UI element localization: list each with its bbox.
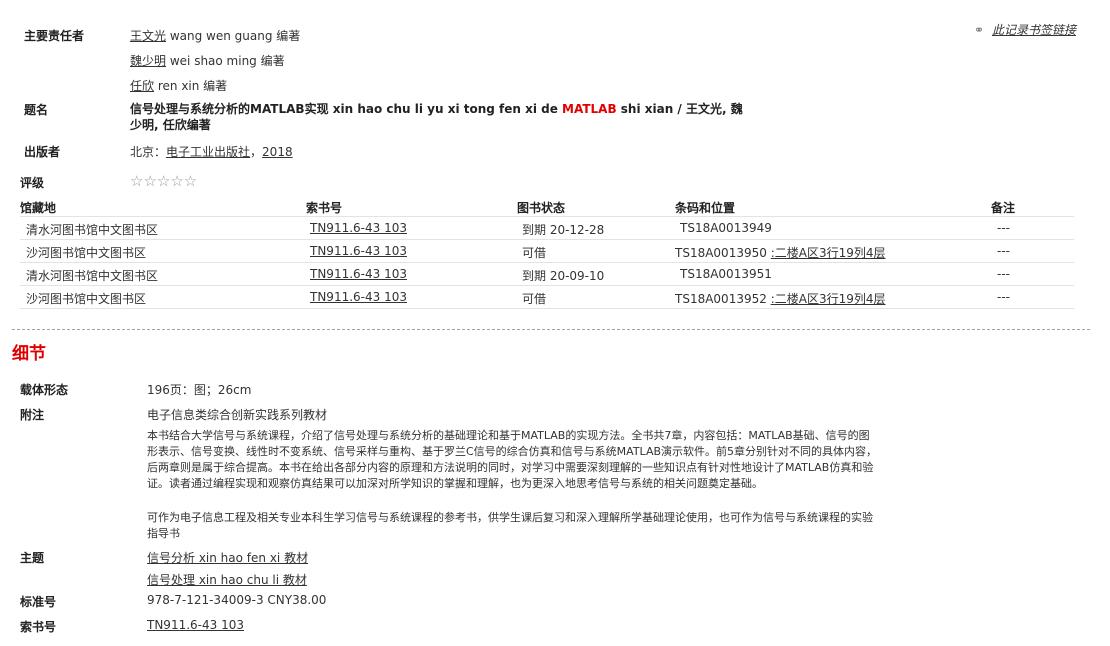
format-label: 载体形态 [20,383,69,397]
note-summary: 本书结合大学信号与系统课程，介绍了信号处理与系统分析的基础理论和基于MATLAB… [147,429,878,490]
author-detail-2: wei shao ming 编著 [169,54,285,68]
holdings-header-location: 馆藏地 [20,201,57,215]
holding-callno[interactable]: TN911.6-43 103 [310,267,407,281]
details-title: 细节 [12,344,46,364]
note-audience: 可作为电子信息工程及相关专业本科生学习信号与系统课程的参考书，供学生课后复习和深… [147,511,873,540]
title-text-1: 信号处理与系统分析的MATLAB实现 xin hao chu li yu xi … [130,102,563,116]
holding-note: --- [997,290,1010,304]
holding-location: 清水河图书馆中文图书区 [26,223,159,237]
holding-location: 沙河图书馆中文图书区 [26,246,147,260]
rating-label: 评级 [20,176,45,190]
author-detail-1: wang wen guang 编著 [169,29,301,43]
callno-label: 索书号 [20,620,57,634]
publisher-link[interactable]: 电子工业出版社 [166,145,250,159]
notes-label: 附注 [20,408,45,422]
holding-status: 到期 20-12-28 [522,223,605,237]
holding-location: 清水河图书馆中文图书区 [26,269,159,283]
author-label: 主要责任者 [24,29,85,43]
table-row: 沙河图书馆中文图书区 TN911.6-43 103 可借 TS18A001395… [20,286,1074,309]
note-series: 电子信息类综合创新实践系列教材 [147,408,328,422]
publisher-value: 北京：电子工业出版社，2018 [130,143,293,160]
holding-note: --- [997,267,1010,281]
holding-shelf-link[interactable]: :二楼A区3行19列4层 [771,246,886,260]
author-detail-3: ren xin 编著 [157,79,228,93]
holding-barcode: TS18A0013950 :二楼A区3行19列4层 [675,244,886,261]
holding-status: 到期 20-09-10 [522,269,605,283]
callno-link[interactable]: TN911.6-43 103 [147,618,244,632]
rating-stars[interactable]: ☆☆☆☆☆ [130,172,197,190]
title-text-2: shi xian / 王文光, 魏 [616,102,743,116]
holdings-header-status: 图书状态 [517,201,566,215]
holding-callno-link[interactable]: TN911.6-43 103 [310,267,407,281]
record-bookmark-label[interactable]: 此记录书签链接 [992,23,1076,37]
title-label: 题名 [24,103,49,117]
holdings-header-barcode: 条码和位置 [675,201,736,215]
isbn-label: 标准号 [20,595,57,609]
title-text-3: 少明, 任欣编著 [130,118,211,132]
subject-link-1[interactable]: 信号分析 xin hao fen xi 教材 [147,551,308,565]
holding-callno[interactable]: TN911.6-43 103 [310,290,407,304]
holding-status: 可借 [522,246,547,260]
publisher-sep: ， [250,145,263,159]
author-entry-2: 魏少明 wei shao ming 编著 [130,52,285,69]
author-link-1[interactable]: 王文光 [130,29,166,43]
author-entry-3: 任欣 ren xin 编著 [130,77,227,94]
holding-barcode-text: TS18A0013950 [675,246,767,260]
holding-barcode-text: TS18A0013952 [675,292,767,306]
holding-barcode: TS18A0013951 [680,267,772,281]
holding-callno-link[interactable]: TN911.6-43 103 [310,221,407,235]
record-bookmark-link[interactable]: ⚭ 此记录书签链接 [974,21,1076,38]
title-highlight: MATLAB [562,102,617,116]
holding-callno-link[interactable]: TN911.6-43 103 [310,244,407,258]
table-row: 沙河图书馆中文图书区 TN911.6-43 103 可借 TS18A001395… [20,240,1074,263]
holding-location: 沙河图书馆中文图书区 [26,292,147,306]
author-entry-1: 王文光 wang wen guang 编著 [130,27,300,44]
callno-value: TN911.6-43 103 [147,618,244,632]
format-value: 196页：图；26cm [147,383,252,397]
table-row: 清水河图书馆中文图书区 TN911.6-43 103 到期 20-09-10 T… [20,263,1074,286]
holding-shelf-link[interactable]: :二楼A区3行19列4层 [771,292,886,306]
table-row: 清水河图书馆中文图书区 TN911.6-43 103 到期 20-12-28 T… [20,217,1074,240]
isbn-value: 978-7-121-34009-3 CNY38.00 [147,593,327,607]
publisher-year-link[interactable]: 2018 [262,145,293,159]
subject-label: 主题 [20,551,45,565]
book-title: 信号处理与系统分析的MATLAB实现 xin hao chu li yu xi … [130,101,743,133]
author-link-2[interactable]: 魏少明 [130,54,166,68]
publisher-place: 北京： [130,145,167,159]
holding-callno-link[interactable]: TN911.6-43 103 [310,290,407,304]
holding-callno[interactable]: TN911.6-43 103 [310,221,407,235]
subject-link-2[interactable]: 信号处理 xin hao chu li 教材 [147,573,307,587]
holdings-header-callno: 索书号 [306,201,343,215]
publisher-label: 出版者 [24,145,61,159]
holding-note: --- [997,221,1010,235]
subject-item-2: 信号处理 xin hao chu li 教材 [147,571,307,588]
holding-note: --- [997,244,1010,258]
author-link-3[interactable]: 任欣 [130,79,154,93]
holding-callno[interactable]: TN911.6-43 103 [310,244,407,258]
section-divider [12,329,1090,330]
holding-status: 可借 [522,292,547,306]
subject-item-1: 信号分析 xin hao fen xi 教材 [147,549,308,566]
link-icon: ⚭ [974,23,985,37]
holdings-header-note: 备注 [991,201,1016,215]
holding-barcode: TS18A0013952 :二楼A区3行19列4层 [675,290,886,307]
holding-barcode: TS18A0013949 [680,221,772,235]
